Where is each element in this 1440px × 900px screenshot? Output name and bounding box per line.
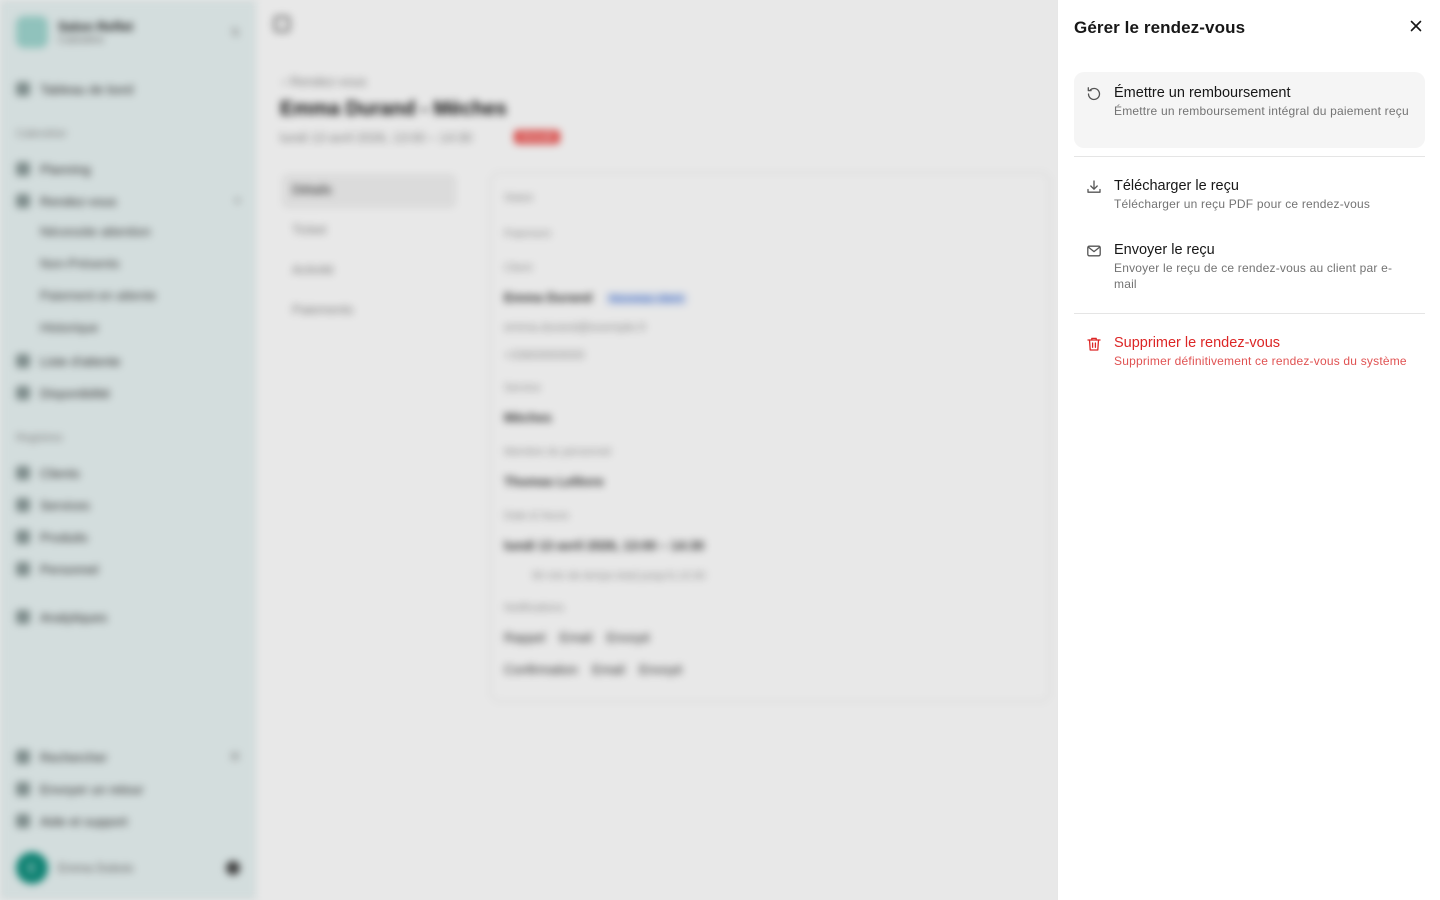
send-receipt-title: Envoyer le reçu <box>1114 242 1215 258</box>
delete-appointment-title: Supprimer le rendez-vous <box>1114 335 1281 351</box>
close-button[interactable] <box>1406 16 1426 36</box>
close-icon <box>1410 20 1422 32</box>
download-receipt-title: Télécharger le reçu <box>1114 178 1239 194</box>
trash-icon <box>1087 337 1101 351</box>
download-icon <box>1087 180 1101 193</box>
delete-appointment-text: Supprimer le rendez-vous Supprimer défin… <box>1114 334 1407 369</box>
refund-description: Émettre un remboursement intégral du pai… <box>1114 104 1409 118</box>
refund-text: Émettre un remboursement Émettre un remb… <box>1114 84 1409 119</box>
refund-title: Émettre un remboursement <box>1114 85 1291 101</box>
send-receipt-action[interactable]: Envoyer le reçu Envoyer le reçu de ce re… <box>1074 229 1425 303</box>
refund-action[interactable]: Émettre un remboursement Émettre un remb… <box>1074 72 1425 148</box>
download-receipt-description: Télécharger un reçu PDF pour ce rendez-v… <box>1114 197 1371 211</box>
download-receipt-action[interactable]: Télécharger le reçu Télécharger un reçu … <box>1074 165 1425 221</box>
delete-appointment-description: Supprimer définitivement ce rendez-vous … <box>1114 354 1407 368</box>
divider <box>1074 313 1425 314</box>
download-receipt-text: Télécharger le reçu Télécharger un reçu … <box>1114 177 1370 212</box>
divider <box>1074 156 1425 157</box>
modal-overlay[interactable] <box>0 0 1057 900</box>
delete-appointment-action[interactable]: Supprimer le rendez-vous Supprimer défin… <box>1074 322 1425 396</box>
panel-title: Gérer le rendez-vous <box>1074 18 1246 37</box>
mail-icon <box>1087 245 1101 257</box>
manage-appointment-panel: Gérer le rendez-vous Émettre un rembours… <box>1057 0 1440 900</box>
send-receipt-text: Envoyer le reçu Envoyer le reçu de ce re… <box>1114 241 1411 292</box>
refund-icon <box>1087 87 1101 101</box>
send-receipt-description: Envoyer le reçu de ce rendez-vous au cli… <box>1114 261 1393 291</box>
